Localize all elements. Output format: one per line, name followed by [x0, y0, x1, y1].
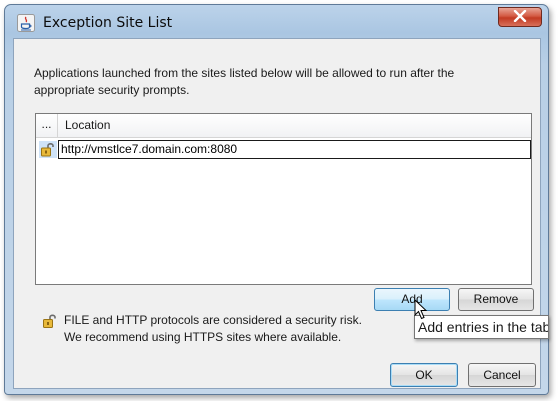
table-header: ... Location	[36, 114, 531, 138]
add-button[interactable]: Add	[374, 288, 450, 311]
cancel-button[interactable]: Cancel	[468, 363, 536, 387]
dialog-window: Exception Site List Applications launche…	[4, 4, 549, 395]
info-message: Applications launched from the sites lis…	[34, 66, 455, 97]
window-title: Exception Site List	[43, 15, 173, 31]
close-button[interactable]	[498, 7, 542, 27]
warning-text: FILE and HTTP protocols are considered a…	[64, 312, 362, 346]
exception-site-table[interactable]: ... Location http://vmstlce7.domain.com:…	[35, 113, 532, 285]
warning-line-2: We recommend using HTTPS sites where ava…	[64, 330, 342, 344]
location-input[interactable]: http://vmstlce7.domain.com:8080	[58, 140, 531, 159]
table-row[interactable]: http://vmstlce7.domain.com:8080	[36, 140, 531, 159]
ok-button[interactable]: OK	[390, 363, 458, 387]
mouse-cursor-icon	[414, 298, 428, 321]
java-icon	[17, 14, 35, 32]
column-header-location[interactable]: Location	[65, 114, 110, 137]
close-icon	[513, 9, 527, 25]
warning-line-1: FILE and HTTP protocols are considered a…	[64, 313, 362, 327]
remove-button[interactable]: Remove	[458, 288, 534, 311]
unlock-icon	[42, 313, 58, 329]
add-tooltip: Add entries in the tab	[414, 315, 549, 339]
title-bar[interactable]: Exception Site List	[5, 5, 548, 39]
dialog-content: Applications launched from the sites lis…	[13, 38, 549, 389]
column-header-icon[interactable]: ...	[36, 114, 58, 137]
unlock-icon	[39, 141, 57, 158]
